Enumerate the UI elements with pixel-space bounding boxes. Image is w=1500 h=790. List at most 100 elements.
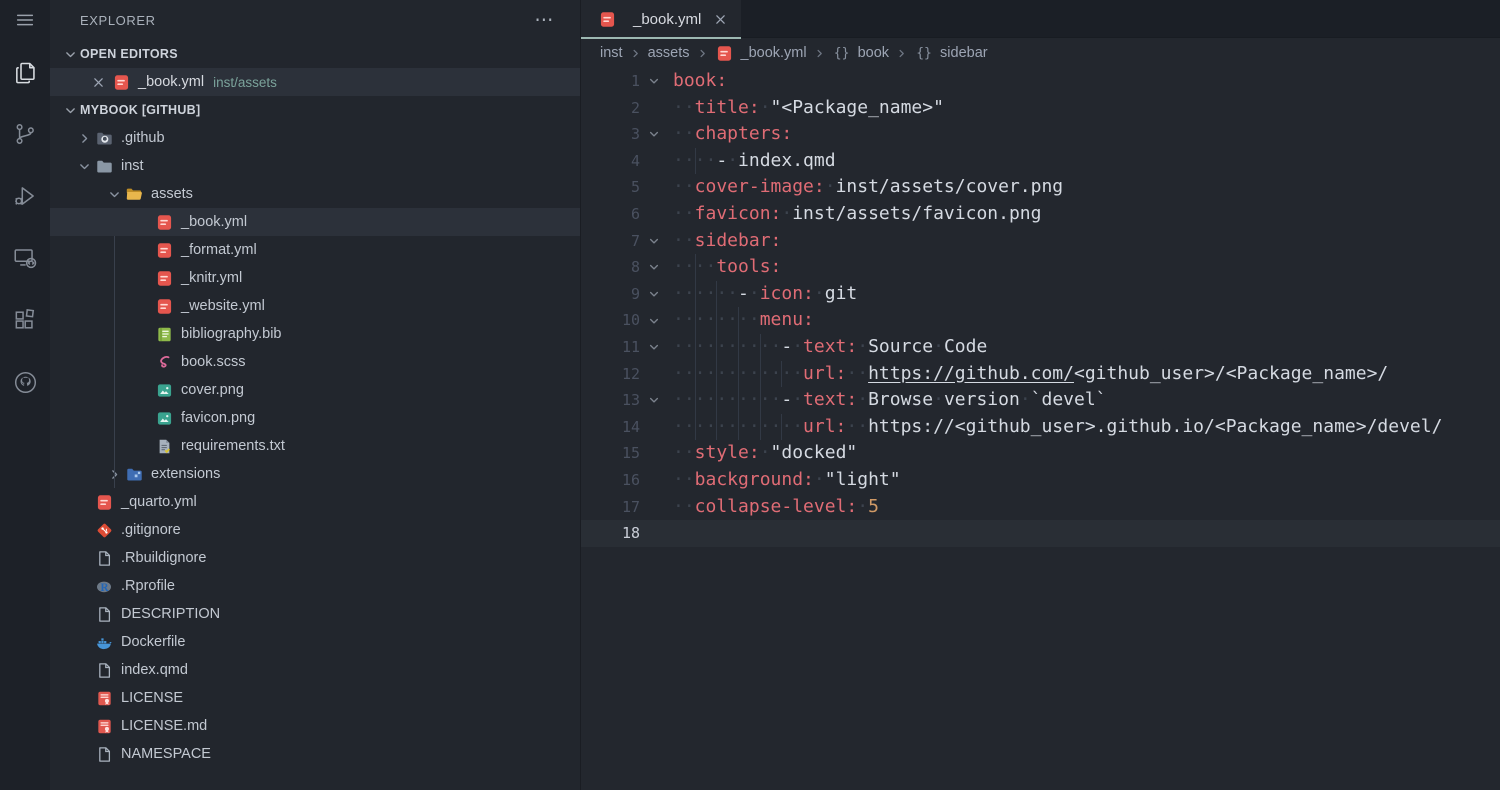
source-control-icon[interactable] (11, 120, 39, 148)
line-number[interactable]: 11 (581, 334, 640, 361)
code-line-4[interactable]: 4····-·index.qmd (581, 148, 1500, 175)
line-number[interactable]: 3 (581, 121, 640, 148)
remote-explorer-icon[interactable] (11, 244, 39, 272)
fold-chevron-icon[interactable] (640, 228, 667, 255)
fold-chevron-icon[interactable] (640, 68, 667, 95)
code-line-15[interactable]: 15··style:·"docked" (581, 440, 1500, 467)
open-editors-label: OPEN EDITORS (80, 47, 178, 61)
tree-item-label: index.qmd (121, 662, 188, 678)
code-line-17[interactable]: 17··collapse-level:·5 (581, 494, 1500, 521)
code-line-13[interactable]: 13··········-·text:·Browse·version·`deve… (581, 387, 1500, 414)
breadcrumb-item-inst[interactable]: inst (600, 45, 623, 61)
tree-item-format-yml[interactable]: _format.yml (50, 236, 580, 264)
fold-chevron-icon[interactable] (640, 121, 667, 148)
code-line-12[interactable]: 12············url:··https://github.com/<… (581, 361, 1500, 388)
code-line-6[interactable]: 6··favicon:·inst/assets/favicon.png (581, 201, 1500, 228)
open-editors-section-header[interactable]: OPEN EDITORS (50, 40, 580, 68)
line-number[interactable]: 4 (581, 148, 640, 175)
breadcrumb-item-book-yml[interactable]: _book.yml (715, 45, 807, 62)
run-debug-icon[interactable] (11, 182, 39, 210)
code-line-8[interactable]: 8····tools: (581, 254, 1500, 281)
tree-item-extensions[interactable]: extensions (50, 460, 580, 488)
tree-item-rprofile[interactable]: R.Rprofile (50, 572, 580, 600)
tree-item-label: _quarto.yml (121, 494, 197, 510)
code-line-10[interactable]: 10········menu: (581, 307, 1500, 334)
line-number[interactable]: 5 (581, 174, 640, 201)
code-line-1[interactable]: 1book: (581, 68, 1500, 95)
code-line-9[interactable]: 9······-·icon:·git (581, 281, 1500, 308)
tree-item-knitr-yml[interactable]: _knitr.yml (50, 264, 580, 292)
open-editor-path: inst/assets (213, 75, 277, 90)
project-section-header[interactable]: MYBOOK [GITHUB] (50, 96, 580, 124)
breadcrumb-separator-icon (896, 48, 907, 59)
line-number[interactable]: 7 (581, 228, 640, 255)
fold-chevron-icon[interactable] (640, 281, 667, 308)
breadcrumb: inst assets _book.yml {}book {}sidebar (581, 38, 1500, 68)
more-actions-icon[interactable]: ⋯ (534, 11, 554, 30)
tab-book-yml[interactable]: _book.yml (581, 0, 741, 38)
tree-item-favicon-png[interactable]: favicon.png (50, 404, 580, 432)
tree-item-description[interactable]: DESCRIPTION (50, 600, 580, 628)
image-icon (154, 382, 174, 399)
extensions-icon[interactable] (11, 306, 39, 334)
close-icon[interactable] (92, 76, 105, 89)
code-line-11[interactable]: 11··········-·text:·Source·Code (581, 334, 1500, 361)
code-line-3[interactable]: 3··chapters: (581, 121, 1500, 148)
tree-item-website-yml[interactable]: _website.yml (50, 292, 580, 320)
tree-item-inst[interactable]: inst (50, 152, 580, 180)
tree-item-namespace[interactable]: NAMESPACE (50, 740, 580, 768)
menu-icon[interactable] (0, 0, 50, 40)
line-number[interactable]: 14 (581, 414, 640, 441)
line-number[interactable]: 18 (581, 520, 640, 547)
close-icon[interactable] (714, 13, 727, 26)
github-icon[interactable] (11, 368, 39, 396)
breadcrumb-item-book[interactable]: {}book (832, 45, 889, 61)
code-line-7[interactable]: 7 ··sidebar: (581, 228, 1500, 255)
fold-chevron-icon[interactable] (640, 387, 667, 414)
code-line-18[interactable]: 18 (581, 520, 1500, 547)
breadcrumb-item-sidebar[interactable]: {}sidebar (914, 45, 988, 61)
line-number[interactable]: 8 (581, 254, 640, 281)
tree-item-github[interactable]: .github (50, 124, 580, 152)
code-line-5[interactable]: 5··cover-image:·inst/assets/cover.png (581, 174, 1500, 201)
code-text: ··sidebar: (667, 228, 781, 255)
code-line-2[interactable]: 2··title:·"<Package_name>" (581, 95, 1500, 122)
line-number[interactable]: 9 (581, 281, 640, 308)
tree-item-dockerfile[interactable]: Dockerfile (50, 628, 580, 656)
code-line-14[interactable]: 14············url:··https://<github_user… (581, 414, 1500, 441)
tree-item-cover-png[interactable]: cover.png (50, 376, 580, 404)
tree-item-gitignore[interactable]: .gitignore (50, 516, 580, 544)
bib-icon (154, 326, 174, 343)
line-number[interactable]: 10 (581, 307, 640, 334)
yaml-file-icon (597, 11, 617, 28)
line-number[interactable]: 1 (581, 68, 640, 95)
line-number[interactable]: 16 (581, 467, 640, 494)
tree-item-index-qmd[interactable]: index.qmd (50, 656, 580, 684)
tree-item-rbuildignore[interactable]: .Rbuildignore (50, 544, 580, 572)
tree-item-book-scss[interactable]: book.scss (50, 348, 580, 376)
tree-item-book-yml[interactable]: _book.yml (50, 208, 580, 236)
line-number[interactable]: 12 (581, 361, 640, 388)
explorer-icon[interactable] (11, 58, 39, 86)
line-number[interactable]: 15 (581, 440, 640, 467)
line-number[interactable]: 13 (581, 387, 640, 414)
breadcrumb-label: sidebar (940, 45, 988, 61)
tree-item-bibliography-bib[interactable]: bibliography.bib (50, 320, 580, 348)
tree-item-requirements-txt[interactable]: requirements.txt (50, 432, 580, 460)
git-icon (94, 522, 114, 539)
tree-item-license[interactable]: LICENSE (50, 684, 580, 712)
tree-item-quarto-yml[interactable]: _quarto.yml (50, 488, 580, 516)
breadcrumb-item-assets[interactable]: assets (648, 45, 690, 61)
fold-chevron-icon[interactable] (640, 334, 667, 361)
breadcrumb-separator-icon (630, 48, 641, 59)
yaml-file-icon (111, 74, 131, 91)
tree-item-assets[interactable]: assets (50, 180, 580, 208)
code-line-16[interactable]: 16··background:·"light" (581, 467, 1500, 494)
tree-item-license-md[interactable]: LICENSE.md (50, 712, 580, 740)
line-number[interactable]: 6 (581, 201, 640, 228)
line-number[interactable]: 17 (581, 494, 640, 521)
fold-chevron-icon[interactable] (640, 307, 667, 334)
fold-chevron-icon[interactable] (640, 254, 667, 281)
open-editor-book-yml[interactable]: _book.ymlinst/assets (50, 68, 580, 96)
line-number[interactable]: 2 (581, 95, 640, 122)
